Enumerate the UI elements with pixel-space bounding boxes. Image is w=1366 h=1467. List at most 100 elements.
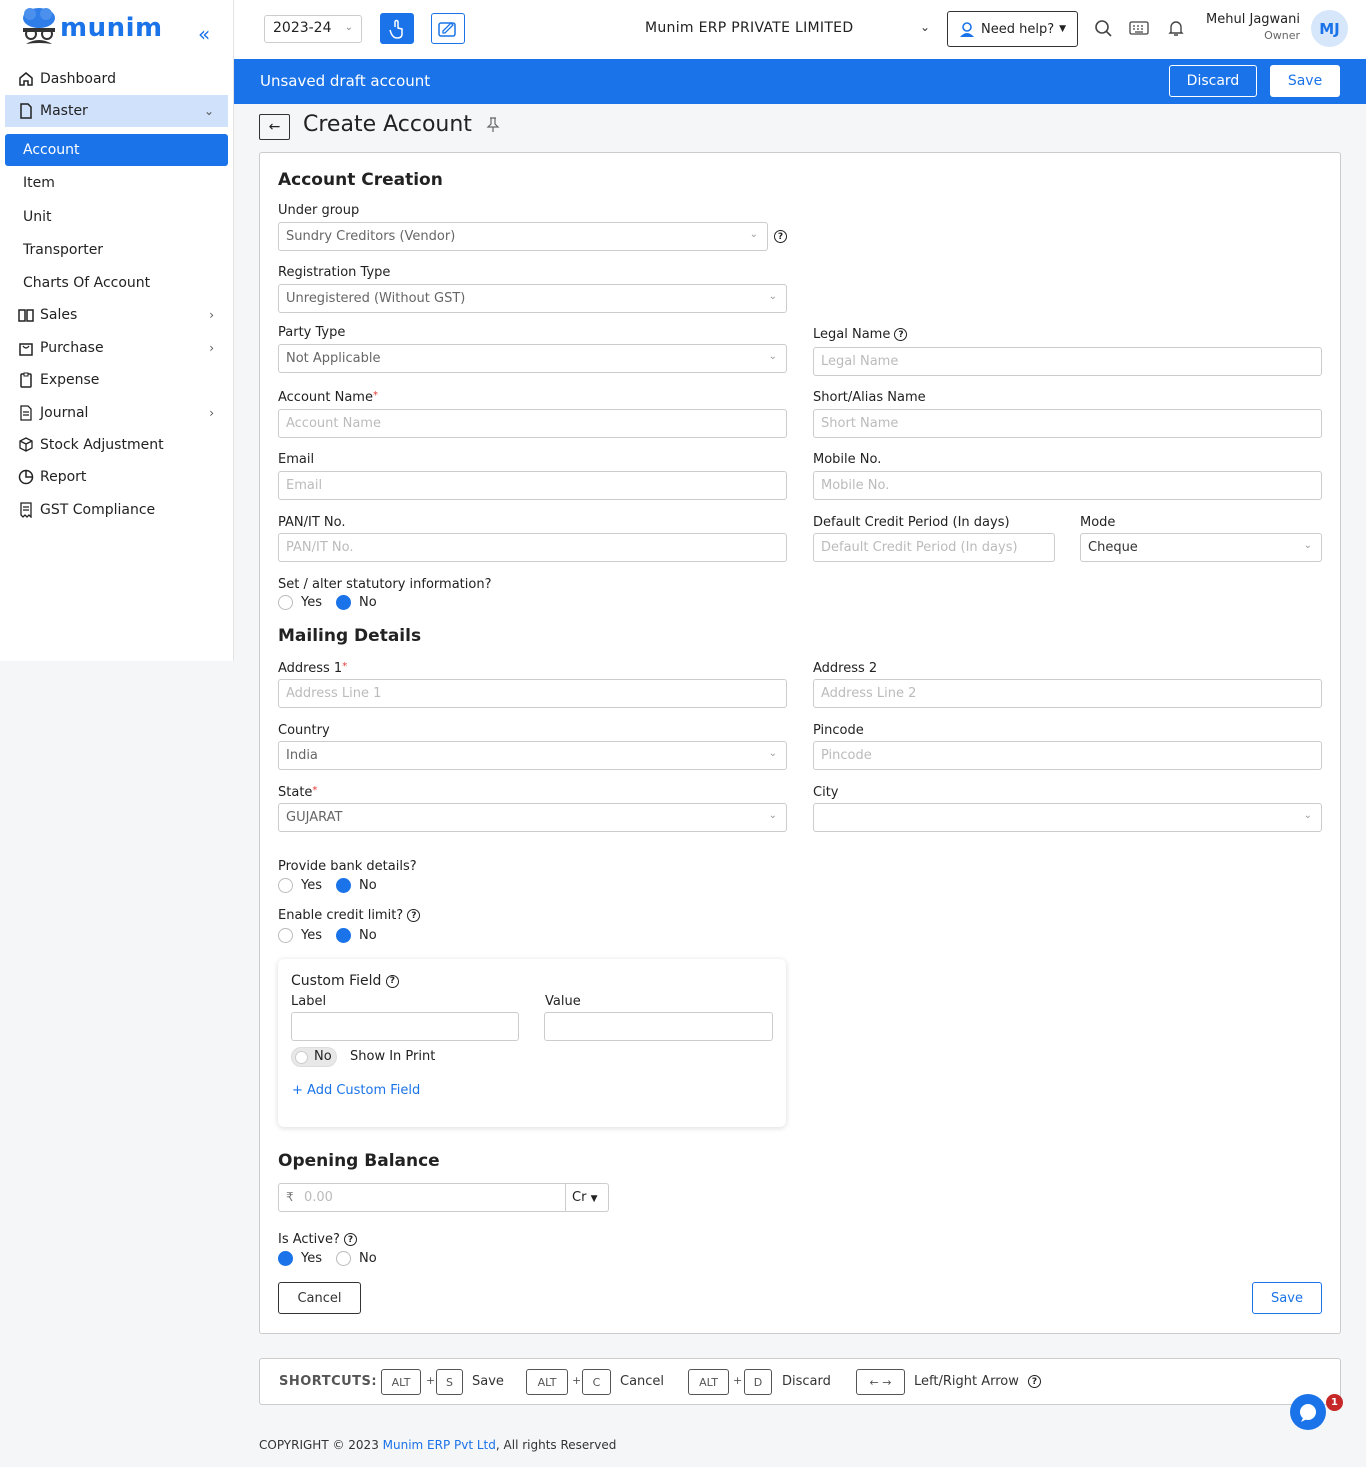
help-icon[interactable]: ? (385, 974, 399, 988)
custom-field-label-input[interactable] (291, 1012, 519, 1041)
sidebar-item-purchase[interactable]: Purchase › (5, 332, 228, 364)
munim-logo[interactable]: munim (20, 6, 163, 50)
chevron-down-icon: ⌄ (768, 351, 777, 362)
is-active-no-radio[interactable]: No (336, 1251, 377, 1266)
sidebar-item-journal[interactable]: Journal › (5, 397, 228, 429)
user-role: Owner (1264, 29, 1300, 42)
sidebar-item-report[interactable]: Report (5, 461, 228, 493)
footer: COPYRIGHT © 2023 Munim ERP Pvt Ltd, All … (259, 1438, 616, 1452)
credit-limit-label-text: Enable credit limit? (278, 908, 404, 923)
sidebar-item-dashboard[interactable]: Dashboard (5, 63, 228, 95)
company-name[interactable]: Munim ERP PRIVATE LIMITED (645, 20, 853, 36)
user-info[interactable]: Mehul Jagwani Owner (1200, 12, 1300, 42)
search-icon[interactable] (1094, 19, 1112, 41)
radio-label: Yes (301, 595, 322, 610)
custom-field-panel: Custom Field ? Label Value No Show In Pr… (278, 959, 786, 1127)
statutory-yes-radio[interactable]: Yes (278, 595, 322, 610)
bell-icon[interactable] (1168, 19, 1184, 41)
sidebar-subitem-unit[interactable]: Unit (5, 201, 228, 233)
bank-yes-radio[interactable]: Yes (278, 878, 322, 893)
chevron-down-icon[interactable]: ⌄ (920, 20, 930, 34)
mode-select[interactable]: Cheque ⌄ (1080, 533, 1322, 562)
sidebar-subitem-item[interactable]: Item (5, 167, 228, 199)
account-name-input[interactable]: Account Name (278, 409, 787, 438)
country-select[interactable]: India ⌄ (278, 741, 787, 770)
legal-name-input[interactable]: Legal Name (813, 347, 1322, 376)
back-button[interactable]: ← (259, 114, 290, 140)
toggle-knob (295, 1051, 308, 1064)
radio-circle (336, 1251, 351, 1266)
under-group-select[interactable]: Sundry Creditors (Vendor) ⌄ (278, 222, 768, 251)
city-label: City (813, 785, 839, 800)
statutory-no-radio[interactable]: No (336, 595, 377, 610)
footer-company-link[interactable]: Munim ERP Pvt Ltd (383, 1438, 496, 1452)
address1-input[interactable]: Address Line 1 (278, 679, 787, 708)
s-key: S (436, 1369, 463, 1395)
radio-label: Yes (301, 1251, 322, 1266)
sidebar-item-gst-compliance[interactable]: GST Compliance (5, 494, 228, 526)
credit-period-field[interactable]: Default Credit Period (In days) (813, 533, 1055, 562)
radio-label: No (359, 595, 377, 610)
financial-year-value: 2023-24 (273, 20, 332, 36)
quick-entry-button[interactable] (431, 13, 465, 44)
save-button-top[interactable]: Save (1270, 65, 1340, 97)
chat-widget-button[interactable] (1290, 1394, 1326, 1430)
avatar[interactable]: MJ (1311, 10, 1348, 47)
pin-icon[interactable] (486, 117, 500, 137)
sidebar-item-expense[interactable]: Expense (5, 364, 228, 396)
mobile-field[interactable]: Mobile No. (813, 471, 1322, 500)
keyboard-icon[interactable] (1129, 21, 1149, 39)
pincode-input[interactable]: Pincode (813, 741, 1322, 770)
email-field[interactable]: Email (278, 471, 787, 500)
help-icon[interactable]: ? (344, 1233, 357, 1246)
pan-field[interactable]: PAN/IT No. (278, 533, 787, 562)
sidebar-item-master[interactable]: Master ⌄ (5, 95, 228, 127)
cancel-button[interactable]: Cancel (278, 1282, 361, 1314)
show-in-print-toggle[interactable]: No (291, 1047, 337, 1067)
need-help-button[interactable]: Need help? ▼ (947, 11, 1078, 47)
opening-balance-input[interactable]: ₹ 0.00 Cr ▼ (278, 1183, 609, 1212)
help-icon[interactable]: ? (1028, 1375, 1041, 1388)
registration-type-label: Registration Type (278, 265, 391, 280)
logo-text: munim (60, 13, 163, 43)
is-active-yes-radio[interactable]: Yes (278, 1251, 322, 1266)
collapse-sidebar-icon[interactable]: « (198, 22, 210, 46)
sidebar-item-label: Stock Adjustment (40, 437, 164, 453)
credit-limit-no-radio[interactable]: No (336, 928, 377, 943)
sidebar-subitem-charts-of-account[interactable]: Charts Of Account (5, 267, 228, 299)
shortcut-label: Discard (782, 1374, 831, 1389)
credit-limit-yes-radio[interactable]: Yes (278, 928, 322, 943)
bank-no-radio[interactable]: No (336, 878, 377, 893)
discard-button[interactable]: Discard (1169, 65, 1257, 97)
draft-bar: Unsaved draft account Discard Save (234, 59, 1366, 104)
mode-value: Cheque (1088, 540, 1138, 555)
pan-label: PAN/IT No. (278, 515, 346, 530)
sidebar-item-label: Expense (40, 372, 100, 388)
save-button[interactable]: Save (1252, 1282, 1322, 1314)
party-type-select[interactable]: Not Applicable ⌄ (278, 344, 787, 373)
add-custom-field-link[interactable]: + Add Custom Field (292, 1083, 420, 1098)
top-bar: 2023-24 ⌄ Munim ERP PRIVATE LIMITED ⌄ Ne… (234, 0, 1366, 59)
touch-mode-button[interactable] (380, 13, 414, 44)
short-name-input[interactable]: Short Name (813, 409, 1322, 438)
state-select[interactable]: GUJARAT ⌄ (278, 803, 787, 832)
shortcuts-bar: SHORTCUTS: ALT + S Save ALT + C Cancel A… (259, 1358, 1341, 1405)
financial-year-select[interactable]: 2023-24 ⌄ (264, 15, 362, 43)
city-select[interactable]: ⌄ (813, 803, 1322, 832)
address2-input[interactable]: Address Line 2 (813, 679, 1322, 708)
email-label: Email (278, 452, 315, 467)
sidebar-item-stock-adjustment[interactable]: Stock Adjustment (5, 429, 228, 461)
help-icon[interactable]: ? (407, 909, 421, 922)
sidebar-subitem-transporter[interactable]: Transporter (5, 234, 228, 266)
hand-pointer-icon (389, 19, 403, 39)
help-icon[interactable]: ? (774, 230, 787, 243)
custom-field-value-input[interactable] (544, 1012, 773, 1041)
required-marker: * (342, 661, 348, 672)
sidebar-item-sales[interactable]: Sales › (5, 299, 228, 331)
registration-type-select[interactable]: Unregistered (Without GST) ⌄ (278, 284, 787, 313)
sidebar-item-label: GST Compliance (40, 502, 156, 518)
cr-dr-select[interactable]: Cr ▼ (572, 1190, 597, 1205)
sidebar-subitem-account[interactable]: Account (5, 134, 228, 166)
help-icon[interactable]: ? (894, 328, 908, 341)
notification-badge: 1 (1326, 1394, 1343, 1411)
